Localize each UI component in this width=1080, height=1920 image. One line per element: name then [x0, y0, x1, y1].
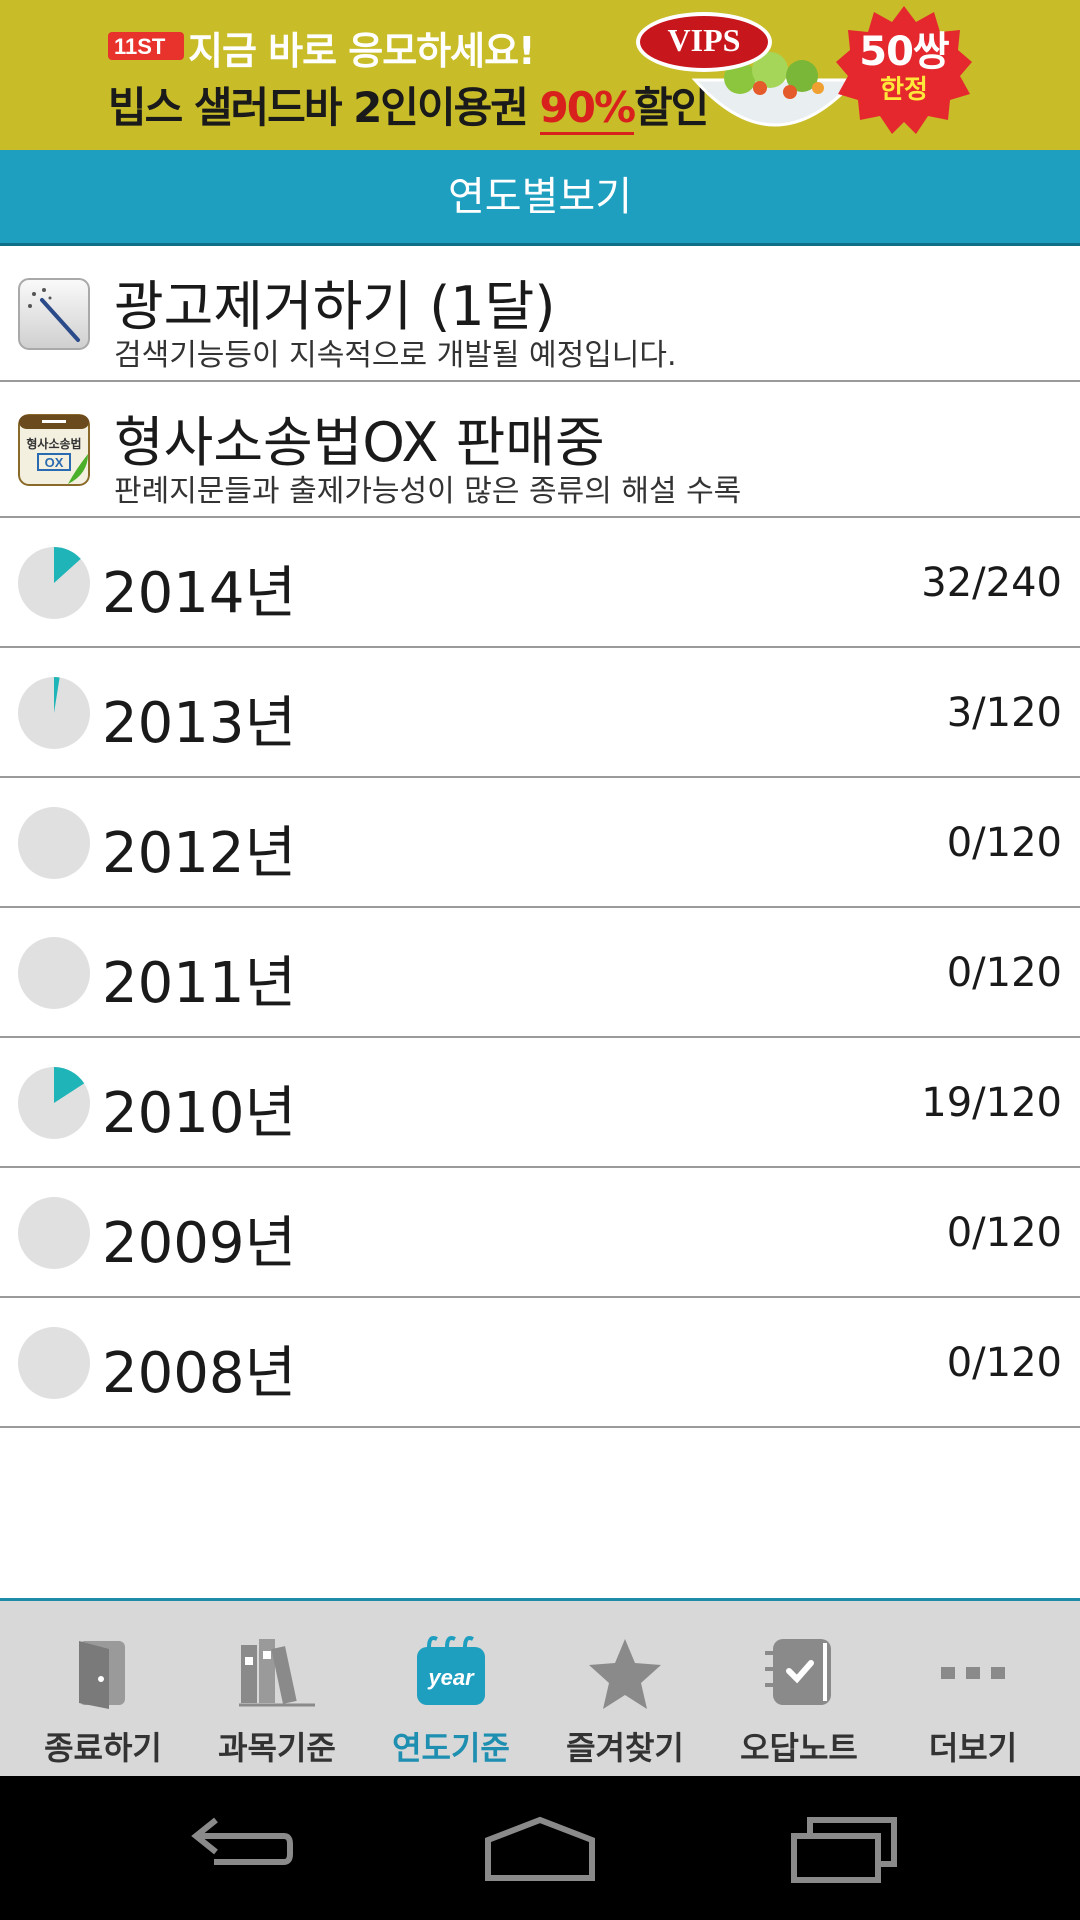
progress-pie-icon: [18, 547, 90, 619]
nav-favorites[interactable]: 즐겨찾기: [538, 1601, 712, 1776]
notebook-check-icon: [765, 1639, 831, 1705]
nav-label: 종료하기: [44, 1729, 162, 1767]
nav-exit[interactable]: 종료하기: [16, 1601, 190, 1776]
year-label: 2010년: [102, 1081, 297, 1146]
progress-pie-icon: [18, 1197, 90, 1269]
home-icon[interactable]: [480, 1800, 600, 1896]
ad-banner[interactable]: 11ST 지금 바로 응모하세요! 빕스 샐러드바 2인이용권 90%할인 VI…: [0, 0, 1080, 150]
badge-count: 50쌍: [859, 29, 949, 75]
year-label: 2009년: [102, 1211, 297, 1276]
title-bar: 연도별보기: [0, 150, 1080, 246]
nav-label: 연도기준: [392, 1729, 510, 1767]
year-row[interactable]: 2008년 0/120: [0, 1298, 1080, 1428]
svg-text:형사소송법: 형사소송법: [26, 436, 81, 451]
progress-pie-icon: [18, 937, 90, 1009]
system-nav-bar: [0, 1776, 1080, 1920]
promo-subtitle: 검색기능등이 지속적으로 개발될 예정입니다.: [114, 338, 677, 373]
year-progress-count: 32/240: [921, 560, 1062, 606]
magic-wand-icon: [18, 278, 90, 350]
progress-pie-icon: [18, 807, 90, 879]
ad-offer-percent: 90%: [539, 83, 636, 135]
nav-year[interactable]: year 연도기준: [364, 1601, 538, 1776]
year-progress-count: 19/120: [921, 1080, 1062, 1126]
year-label: 2014년: [102, 561, 297, 626]
ad-offer-prefix: 빕스 샐러드바 2인이용권: [108, 83, 540, 132]
year-calendar-icon: year: [417, 1636, 485, 1705]
limited-badge: 50쌍 한정: [836, 30, 972, 106]
year-icon-text: year: [427, 1665, 475, 1690]
year-row[interactable]: 2012년 0/120: [0, 778, 1080, 908]
year-progress-count: 0/120: [946, 820, 1062, 866]
nav-label: 즐겨찾기: [566, 1729, 684, 1767]
progress-pie-track: [18, 1327, 90, 1399]
vips-logo: VIPS: [636, 12, 772, 72]
year-row[interactable]: 2014년 32/240: [0, 518, 1080, 648]
year-row[interactable]: 2013년 3/120: [0, 648, 1080, 778]
bottom-nav: 종료하기 과목기준 year 연도기준 즐겨찾기 오답노트 더보기: [0, 1598, 1080, 1776]
promo-remove-ads[interactable]: 광고제거하기 (1달) 검색기능등이 지속적으로 개발될 예정입니다.: [0, 246, 1080, 382]
ad-offer-text: 빕스 샐러드바 2인이용권 90%할인: [108, 74, 709, 135]
nav-subject[interactable]: 과목기준: [190, 1601, 364, 1776]
promo-subtitle: 판례지문들과 출제가능성이 많은 종류의 해설 수록: [114, 474, 742, 509]
svg-text:OX: OX: [45, 455, 64, 470]
year-progress-count: 0/120: [946, 1210, 1062, 1256]
year-list: 광고제거하기 (1달) 검색기능등이 지속적으로 개발될 예정입니다. 형사소송…: [0, 246, 1080, 1428]
year-progress-count: 0/120: [946, 1340, 1062, 1386]
year-label: 2011년: [102, 951, 297, 1016]
promo-ox-app[interactable]: 형사소송법 OX 형사소송법OX 판매중 판례지문들과 출제가능성이 많은 종류…: [0, 382, 1080, 518]
11st-logo-icon: 11ST: [108, 32, 184, 60]
nav-label: 과목기준: [218, 1729, 336, 1767]
badge-limit: 한정: [880, 75, 928, 105]
progress-pie-track: [18, 807, 90, 879]
year-row[interactable]: 2011년 0/120: [0, 908, 1080, 1038]
svg-text:11ST: 11ST: [114, 34, 166, 59]
year-row[interactable]: 2010년 19/120: [0, 1038, 1080, 1168]
year-label: 2008년: [102, 1341, 297, 1406]
progress-pie-track: [18, 937, 90, 1009]
ox-app-icon: 형사소송법 OX: [18, 414, 90, 486]
nav-wrong-notes[interactable]: 오답노트: [712, 1601, 886, 1776]
books-icon: [239, 1639, 315, 1707]
year-row[interactable]: 2009년 0/120: [0, 1168, 1080, 1298]
ad-headline: 지금 바로 응모하세요!: [188, 29, 535, 73]
page-title: 연도별보기: [448, 174, 632, 220]
nav-more[interactable]: 더보기: [886, 1601, 1060, 1776]
star-icon: [589, 1639, 661, 1709]
progress-pie-icon: [18, 1327, 90, 1399]
progress-pie-icon: [18, 677, 90, 749]
progress-pie-icon: [18, 1067, 90, 1139]
back-icon[interactable]: [180, 1800, 300, 1896]
nav-label: 오답노트: [740, 1729, 858, 1767]
more-dots-icon: [941, 1667, 1005, 1679]
recent-apps-icon[interactable]: [780, 1800, 900, 1896]
year-label: 2013년: [102, 691, 297, 756]
nav-label: 더보기: [928, 1729, 1018, 1767]
year-label: 2012년: [102, 821, 297, 886]
progress-pie-track: [18, 1197, 90, 1269]
exit-door-icon: [79, 1641, 125, 1709]
year-progress-count: 3/120: [946, 690, 1062, 736]
year-progress-count: 0/120: [946, 950, 1062, 996]
